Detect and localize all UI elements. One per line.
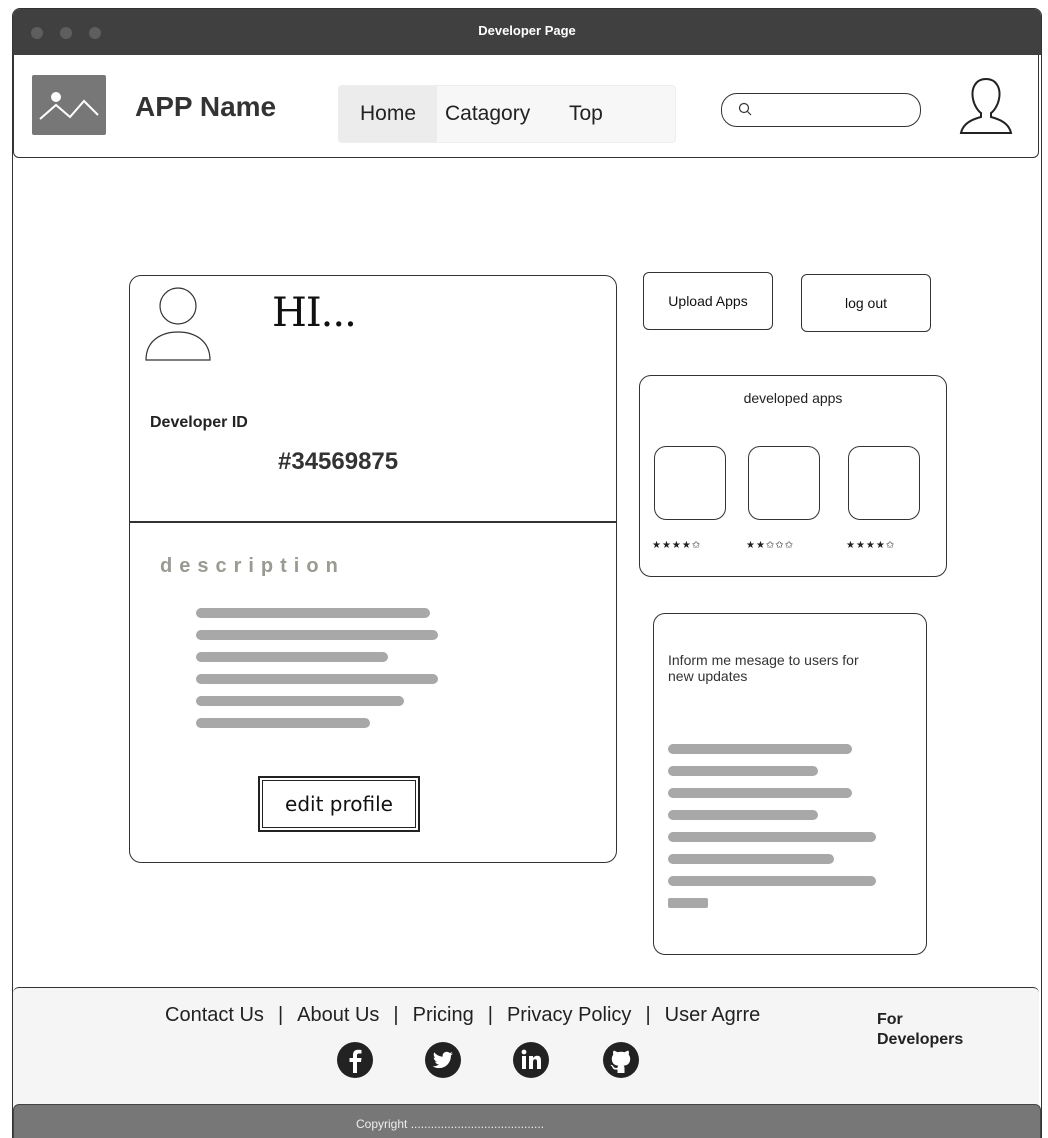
footer: Contact Us | About Us | Pricing | Privacy Poli… <box>13 987 1041 1138</box>
user-account-icon[interactable] <box>957 75 1015 137</box>
message-line <box>668 876 876 886</box>
app-tile[interactable] <box>654 446 726 520</box>
developed-apps-label: developed apps <box>743 390 843 406</box>
window-title: Developer Page <box>478 23 576 38</box>
footer-link-about[interactable]: About Us <box>297 1004 379 1026</box>
message-line <box>668 832 876 842</box>
footer-link-contact[interactable]: Contact Us <box>165 1004 264 1026</box>
copyright-bar: Copyright ..............................… <box>13 1104 1041 1138</box>
app-rating: ★★✩✩✩ <box>746 540 795 551</box>
footer-links: Contact Us | About Us | Pricing | Privacy Poli… <box>165 1004 761 1026</box>
title-bar: Developer Page <box>13 9 1041 55</box>
profile-card: HI... Developer ID #34569875 description… <box>129 275 617 863</box>
profile-divider <box>130 521 616 523</box>
inform-users-panel: Inform me mesage to users for new update… <box>653 613 927 955</box>
developed-apps-panel: developed apps ★★★★✩ ★★✩✩✩ ★★★★✩ <box>639 375 947 577</box>
linkedin-icon[interactable] <box>511 1040 551 1080</box>
main-nav: Home Catagory Top <box>338 85 676 143</box>
app-tile[interactable] <box>748 446 820 520</box>
app-rating: ★★★★✩ <box>652 540 702 551</box>
nav-home[interactable]: Home <box>339 86 437 142</box>
inform-text: Inform me mesage to users for new update… <box>668 652 859 684</box>
browser-window: Developer Page APP Name Home Catagory To… <box>12 8 1042 1138</box>
app-name: APP Name <box>135 91 277 122</box>
copyright-text: Copyright ..............................… <box>356 1117 545 1131</box>
app-tile[interactable] <box>848 446 920 520</box>
developer-id-value: #34569875 <box>278 448 399 475</box>
nav-top[interactable]: Top <box>569 86 603 142</box>
for-developers-link[interactable]: For Developers <box>877 1010 987 1050</box>
footer-link-pricing[interactable]: Pricing <box>413 1004 474 1026</box>
message-line <box>668 854 834 864</box>
footer-link-user-agreement[interactable]: User Agrre <box>665 1004 761 1026</box>
facebook-icon[interactable] <box>335 1040 375 1080</box>
nav-category[interactable]: Catagory <box>445 86 530 142</box>
developer-id-label: Developer ID <box>150 414 248 431</box>
search-input[interactable] <box>721 93 921 127</box>
message-line <box>668 788 852 798</box>
message-line <box>668 766 818 776</box>
avatar-icon <box>145 287 211 361</box>
search-icon <box>738 102 752 116</box>
app-logo-image-icon[interactable] <box>32 75 106 135</box>
footer-link-privacy[interactable]: Privacy Policy <box>507 1004 631 1026</box>
description-title: description <box>160 555 345 577</box>
message-line <box>668 810 818 820</box>
message-line <box>668 898 708 908</box>
twitter-icon[interactable] <box>423 1040 463 1080</box>
description-line <box>196 696 404 706</box>
greeting-text: HI... <box>272 290 357 336</box>
description-line <box>196 652 388 662</box>
upload-apps-button[interactable]: Upload Apps <box>643 272 773 330</box>
logout-button[interactable]: log out <box>801 274 931 332</box>
app-rating: ★★★★✩ <box>846 540 896 551</box>
message-line <box>668 744 852 754</box>
description-line <box>196 718 370 728</box>
github-icon[interactable] <box>601 1040 641 1080</box>
description-line <box>196 630 438 640</box>
edit-profile-button[interactable]: edit profile <box>258 776 420 832</box>
description-line <box>196 674 438 684</box>
top-navbar: APP Name Home Catagory Top <box>13 55 1039 158</box>
description-line <box>196 608 430 618</box>
